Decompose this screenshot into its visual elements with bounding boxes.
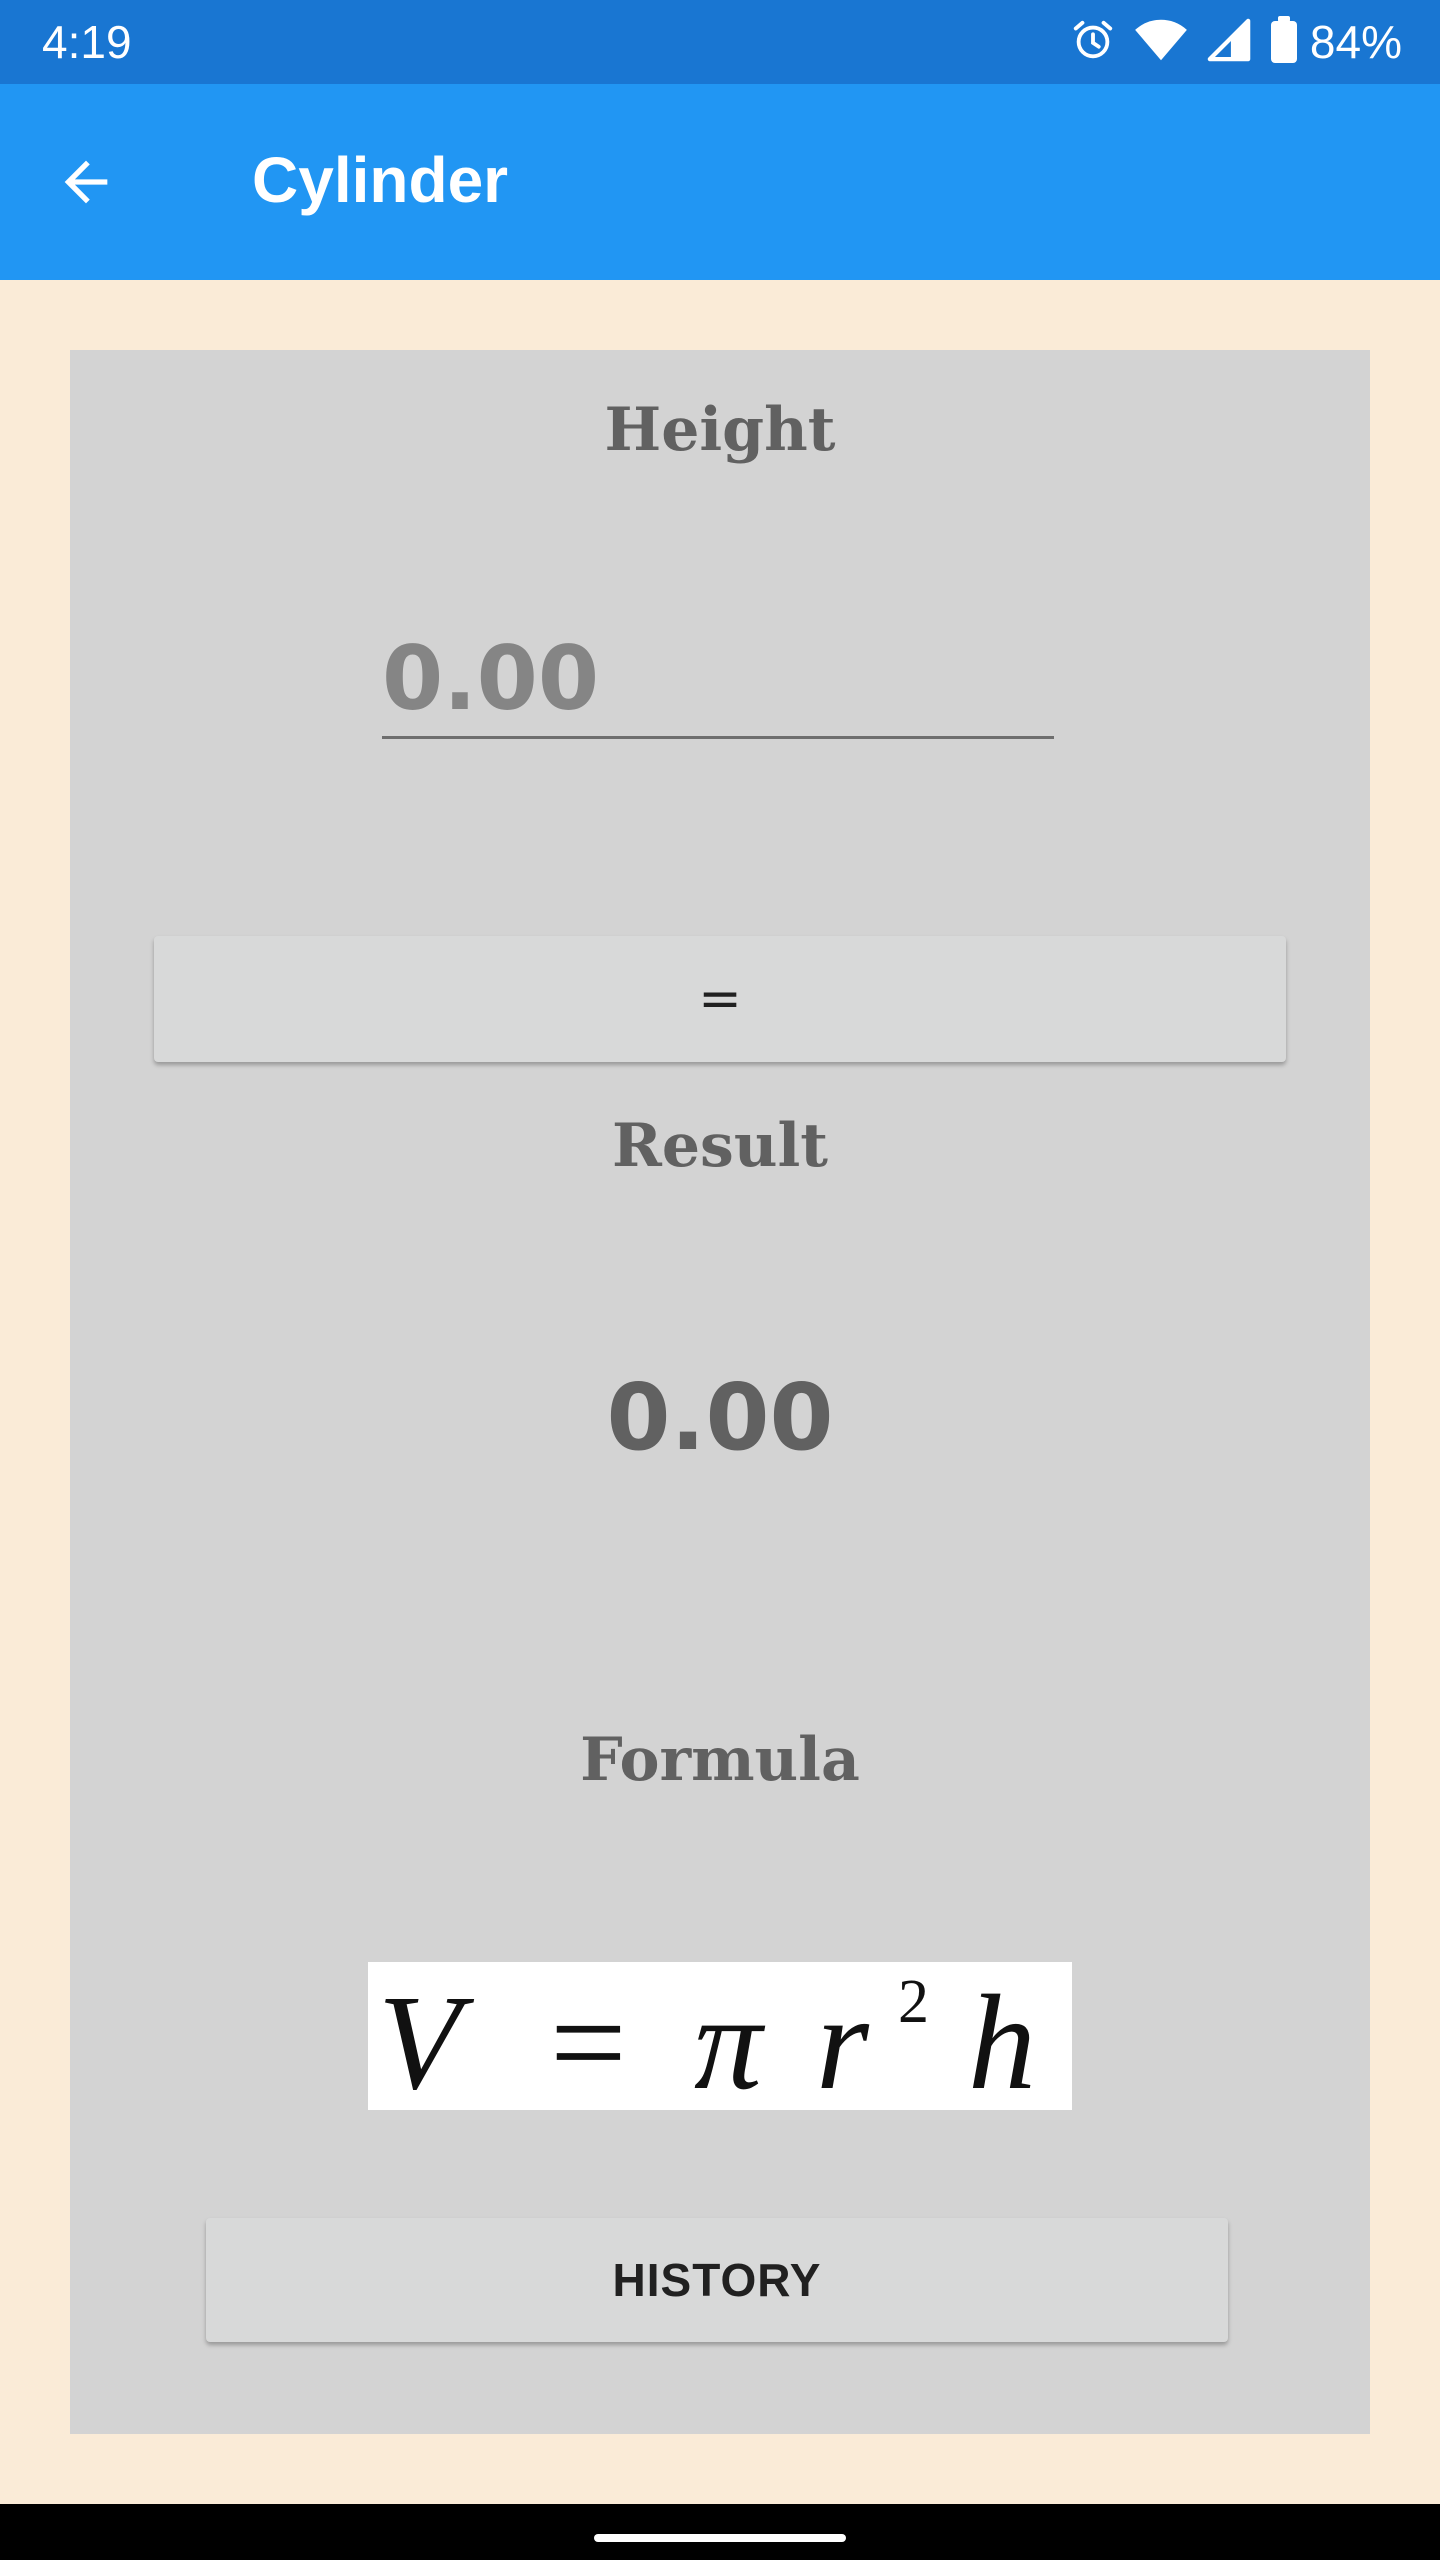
alarm-icon xyxy=(1070,17,1116,67)
calculate-button[interactable]: = xyxy=(154,936,1286,1062)
height-label: Height xyxy=(604,395,836,465)
calculator-card: Height = Result 0.00 Formula V = π r 2 h… xyxy=(70,350,1370,2434)
status-time: 4:19 xyxy=(42,16,132,68)
home-indicator[interactable] xyxy=(594,2534,846,2542)
battery-icon xyxy=(1270,16,1298,68)
wifi-icon xyxy=(1134,17,1188,67)
result-label: Result xyxy=(612,1111,828,1181)
app-bar: Cylinder xyxy=(0,84,1440,280)
formula-image: V = π r 2 h xyxy=(368,1962,1072,2118)
formula-equals: = xyxy=(550,1968,627,2110)
cell-signal-icon xyxy=(1206,17,1252,67)
result-value: 0.00 xyxy=(606,1364,834,1471)
formula-label: Formula xyxy=(580,1725,860,1795)
nav-bar xyxy=(0,2504,1440,2560)
formula-pi: π xyxy=(694,1968,766,2110)
height-input[interactable] xyxy=(382,620,1054,739)
formula-r: r xyxy=(816,1968,870,2110)
battery-percent: 84% xyxy=(1309,16,1402,68)
status-icons: 84% xyxy=(1052,14,1402,70)
arrow-back-icon xyxy=(64,160,108,204)
history-button[interactable]: HISTORY xyxy=(206,2218,1228,2342)
formula-lhs: V xyxy=(378,1968,475,2110)
page-title: Cylinder xyxy=(252,144,509,216)
status-bar: 4:19 84% xyxy=(0,0,1440,84)
back-button[interactable] xyxy=(50,146,122,218)
formula-exponent: 2 xyxy=(898,1968,929,2036)
formula-h: h xyxy=(968,1968,1036,2110)
